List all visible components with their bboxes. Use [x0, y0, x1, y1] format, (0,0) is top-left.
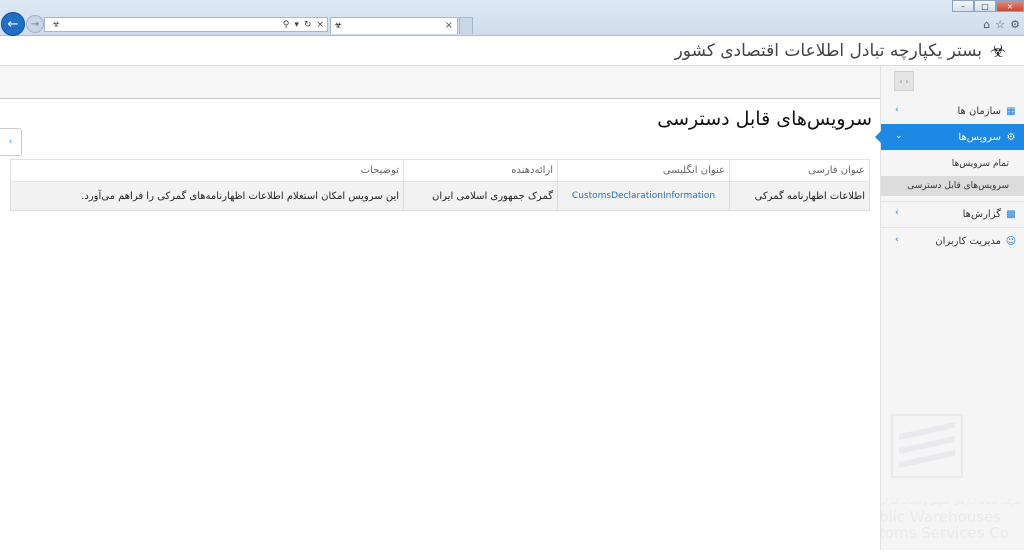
tab-favicon-icon: ☣: [334, 21, 343, 31]
sidebar-item-organizations[interactable]: ▦ سازمان ها ›: [881, 98, 1024, 124]
arrow-right-icon: →: [30, 18, 40, 30]
gear-icon[interactable]: ⚙: [1010, 18, 1020, 31]
sidebar-item-label: گزارش‌ها: [962, 208, 1001, 220]
close-icon: ×: [1006, 1, 1014, 11]
company-watermark: شرکت خدمات انبارهای عمومی و خدمات گمرکی …: [881, 412, 1024, 552]
sidebar-item-services[interactable]: ⚙ سرویس‌ها ⌄: [875, 124, 1024, 150]
command-icons: ⌂ ☆ ⚙: [983, 18, 1020, 31]
cell-provider: گمرک جمهوری اسلامی ایران: [403, 181, 558, 211]
chevron-left-icon: ›: [895, 105, 899, 115]
table-header-row: عنوان فارسی عنوان انگلیسی ارائه‌دهنده تو…: [10, 159, 870, 182]
site-title: بستر یکپارچه تبادل اطلاعات اقتصادی کشور: [674, 41, 982, 61]
column-header-provider[interactable]: ارائه‌دهنده: [403, 159, 558, 182]
user-icon: ☺: [1005, 235, 1017, 247]
cell-english-title[interactable]: CustomsDeclarationInformation: [557, 181, 730, 211]
column-header-description[interactable]: توضیحات: [10, 159, 404, 182]
watermark-text-en-2: toms Services Co: [881, 524, 1009, 542]
sidebar-item-label: مدیریت کاربران: [935, 235, 1001, 247]
bar-chart-icon: ▩: [1006, 208, 1016, 220]
column-header-english-title[interactable]: عنوان انگلیسی: [557, 159, 730, 182]
forward-button[interactable]: →: [26, 15, 44, 33]
sidebar-item-label: سازمان ها: [957, 105, 1001, 117]
arrow-left-icon: ←: [7, 16, 19, 32]
chevron-left-icon: ›: [895, 235, 899, 245]
browser-chrome: ← → ☣ ⚲ ▾ ↻ × ☣ × – □ × ⌂ ☆ ⚙: [0, 0, 1024, 36]
window-controls: – □ ×: [952, 0, 1024, 12]
minimize-icon: –: [961, 1, 965, 11]
back-button[interactable]: ←: [1, 12, 25, 36]
sidebar: ‹ › ▦ سازمان ها › ⚙ سرویس‌ها ⌄ تمام سروی…: [875, 66, 1024, 552]
watermark-text-fa: شرکت خدمات انبارهای عمومی و خدمات گمرکی: [881, 498, 1021, 506]
sidebar-subitem-accessible-services[interactable]: سرویس‌های قابل دسترسی: [881, 176, 1024, 196]
home-icon[interactable]: ⌂: [983, 18, 990, 31]
refresh-icon[interactable]: ↻: [304, 20, 312, 30]
chevron-down-icon: ⌄: [895, 131, 903, 141]
close-window-button[interactable]: ×: [996, 0, 1024, 12]
maximize-icon: □: [981, 1, 989, 11]
site-favicon-icon: ☣: [51, 19, 61, 30]
browser-tab[interactable]: ☣ ×: [330, 17, 458, 34]
building-icon: ▦: [1006, 105, 1016, 117]
dropdown-icon[interactable]: ▾: [294, 20, 299, 30]
star-icon[interactable]: ☆: [995, 18, 1005, 31]
search-icon[interactable]: ⚲: [283, 20, 290, 30]
maximize-button[interactable]: □: [974, 0, 996, 12]
address-tools: ⚲ ▾ ↻ ×: [283, 18, 324, 31]
site-header: ☣ بستر یکپارچه تبادل اطلاعات اقتصادی کشو…: [0, 36, 1024, 66]
sidebar-subitem-label: سرویس‌های قابل دسترسی: [907, 181, 1009, 191]
active-indicator: [875, 131, 881, 143]
services-table: عنوان فارسی عنوان انگلیسی ارائه‌دهنده تو…: [10, 159, 870, 211]
panel-toggle-button[interactable]: ‹: [0, 128, 22, 156]
cell-persian-title: اطلاعات اظهارنامه گمرکی: [729, 181, 870, 211]
sidebar-subitem-label: تمام سرویس‌ها: [951, 159, 1009, 169]
emblem-icon: ☣: [989, 40, 1007, 62]
chevron-left-icon: ‹: [8, 137, 13, 147]
close-icon[interactable]: ×: [316, 20, 324, 30]
page-title: سرویس‌های قابل دسترسی: [657, 108, 872, 130]
cell-description: این سرویس امکان استعلام اطلاعات اظهارنام…: [10, 181, 404, 211]
sidebar-collapse-button[interactable]: ‹ ›: [894, 71, 914, 91]
table-row[interactable]: اطلاعات اظهارنامه گمرکی CustomsDeclarati…: [10, 181, 870, 211]
tab-close-icon[interactable]: ×: [445, 20, 453, 31]
address-bar[interactable]: ☣ ⚲ ▾ ↻ ×: [44, 17, 328, 32]
chevron-left-icon: ›: [895, 208, 899, 218]
content-toolbar: [0, 66, 880, 99]
sidebar-item-label: سرویس‌ها: [958, 131, 1001, 143]
gear-icon: ⚙: [1006, 131, 1016, 143]
sidebar-item-user-management[interactable]: ☺ مدیریت کاربران ›: [881, 228, 1024, 254]
new-tab-button[interactable]: [459, 17, 473, 34]
chevrons-icon: ‹ ›: [899, 76, 909, 86]
column-header-persian-title[interactable]: عنوان فارسی: [729, 159, 870, 182]
sidebar-item-reports[interactable]: ▩ گزارش‌ها ›: [881, 201, 1024, 227]
sidebar-subitem-all-services[interactable]: تمام سرویس‌ها: [881, 154, 1024, 174]
minimize-button[interactable]: –: [952, 0, 974, 12]
